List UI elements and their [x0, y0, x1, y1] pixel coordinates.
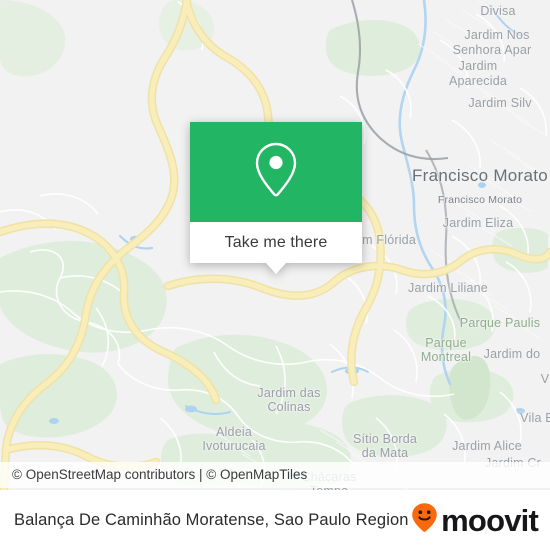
popup-footer[interactable]: Take me there	[190, 222, 362, 263]
map-canvas[interactable]: Divisa Jardim Nos Senhora Apar Jardim Aparec…	[0, 0, 550, 490]
moovit-logo[interactable]: moovit	[411, 502, 539, 538]
map-screenshot: Divisa Jardim Nos Senhora Apar Jardim Aparec…	[0, 0, 550, 550]
place-title: Balança De Caminhão Moratense, Sao Paulo…	[14, 510, 409, 529]
popup-header	[190, 122, 362, 222]
page-footer: Balança De Caminhão Moratense, Sao Paulo…	[0, 490, 550, 550]
take-me-there-popup[interactable]: Take me there	[190, 122, 362, 274]
take-me-there-label: Take me there	[224, 233, 328, 251]
map-pin-icon	[253, 141, 299, 204]
map-attribution[interactable]: © OpenStreetMap contributors | © OpenMap…	[0, 462, 550, 488]
popup-tail-pointer	[266, 263, 286, 274]
moovit-smiley-pin-icon	[411, 502, 438, 538]
moovit-wordmark: moovit	[441, 502, 539, 538]
